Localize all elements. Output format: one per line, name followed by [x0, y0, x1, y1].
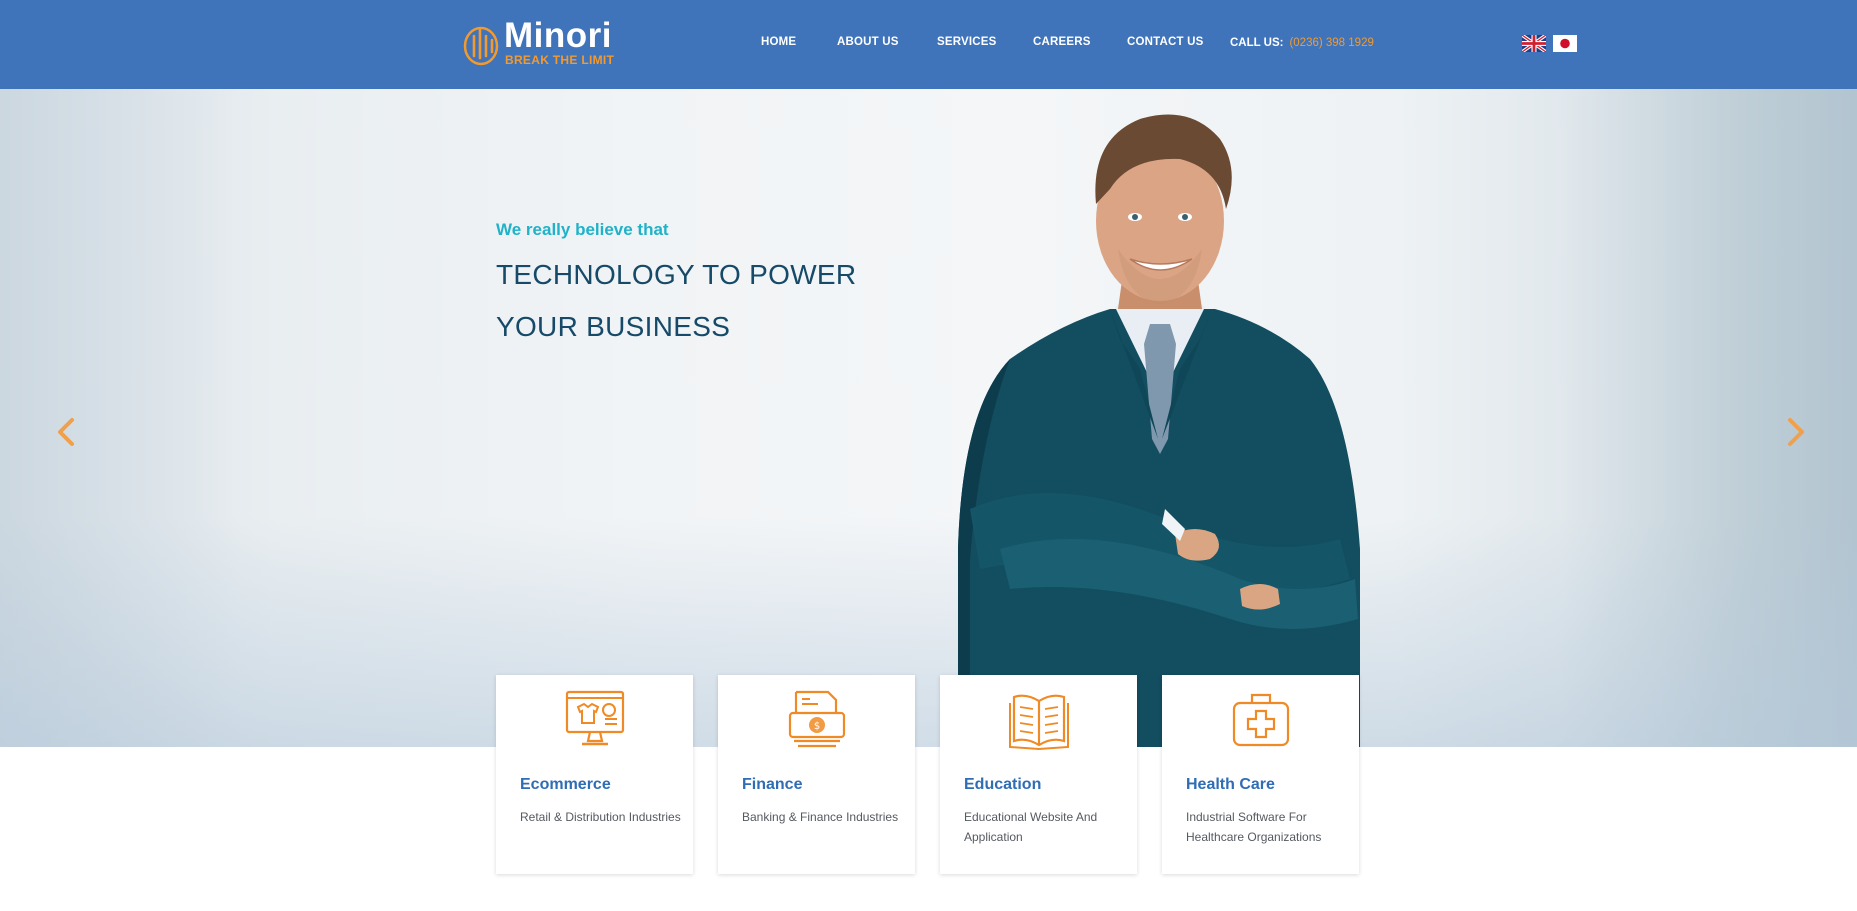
- nav-about-us[interactable]: ABOUT US: [837, 36, 899, 48]
- site-header: Minori BREAK THE LIMIT HOME ABOUT US SER…: [0, 0, 1857, 89]
- finance-money-icon: $: [788, 690, 846, 748]
- svg-text:$: $: [814, 721, 820, 732]
- nav-careers[interactable]: CAREERS: [1033, 36, 1091, 48]
- japan-flag-icon[interactable]: [1553, 35, 1577, 52]
- service-card-education[interactable]: Education Educational Website And Applic…: [940, 675, 1137, 874]
- chevron-right-icon[interactable]: [1780, 412, 1810, 452]
- hero-headline-line1: TECHNOLOGY TO POWER: [496, 259, 857, 290]
- service-card-health-care[interactable]: Health Care Industrial Software For Heal…: [1162, 675, 1359, 874]
- card-description: Industrial Software For Healthcare Organ…: [1186, 810, 1322, 844]
- hero-bg-shade: [0, 89, 1857, 747]
- nav-contact-us[interactable]: CONTACT US: [1127, 36, 1204, 48]
- call-us-label: CALL US:: [1230, 37, 1284, 49]
- chevron-left-icon[interactable]: [52, 412, 82, 452]
- card-description: Educational Website And Application: [964, 810, 1098, 844]
- card-title: Finance: [742, 776, 803, 793]
- card-title: Education: [964, 776, 1042, 793]
- hero-headline-line2: YOUR BUSINESS: [496, 311, 731, 342]
- call-us-number[interactable]: (0236) 398 1929: [1289, 37, 1373, 49]
- brand-name: Minori: [504, 16, 612, 55]
- hero-headline: TECHNOLOGY TO POWER YOUR BUSINESS: [496, 249, 856, 353]
- card-title: Ecommerce: [520, 776, 611, 793]
- businessman-image: [958, 114, 1360, 747]
- service-card-finance[interactable]: $ Finance Banking & Finance Industries: [718, 675, 915, 874]
- medical-kit-icon: [1232, 693, 1290, 747]
- brand-tagline: BREAK THE LIMIT: [505, 53, 615, 67]
- hero-kicker: We really believe that: [496, 220, 669, 239]
- hero-slider: We really believe that TECHNOLOGY TO POW…: [0, 89, 1857, 747]
- uk-flag-icon[interactable]: [1522, 35, 1546, 52]
- logo-mark-icon: [463, 26, 499, 66]
- logo[interactable]: Minori BREAK THE LIMIT: [462, 16, 622, 70]
- card-description: Banking & Finance Industries: [742, 810, 899, 824]
- call-us: CALL US: (0236) 398 1929: [1230, 37, 1374, 49]
- nav-services[interactable]: SERVICES: [937, 36, 997, 48]
- card-title: Health Care: [1186, 776, 1275, 793]
- open-book-icon: [1009, 694, 1069, 751]
- service-card-ecommerce[interactable]: Ecommerce Retail & Distribution Industri…: [496, 675, 693, 874]
- nav-home[interactable]: HOME: [761, 36, 796, 48]
- ecommerce-monitor-icon: [565, 690, 625, 746]
- card-description: Retail & Distribution Industries: [520, 810, 681, 824]
